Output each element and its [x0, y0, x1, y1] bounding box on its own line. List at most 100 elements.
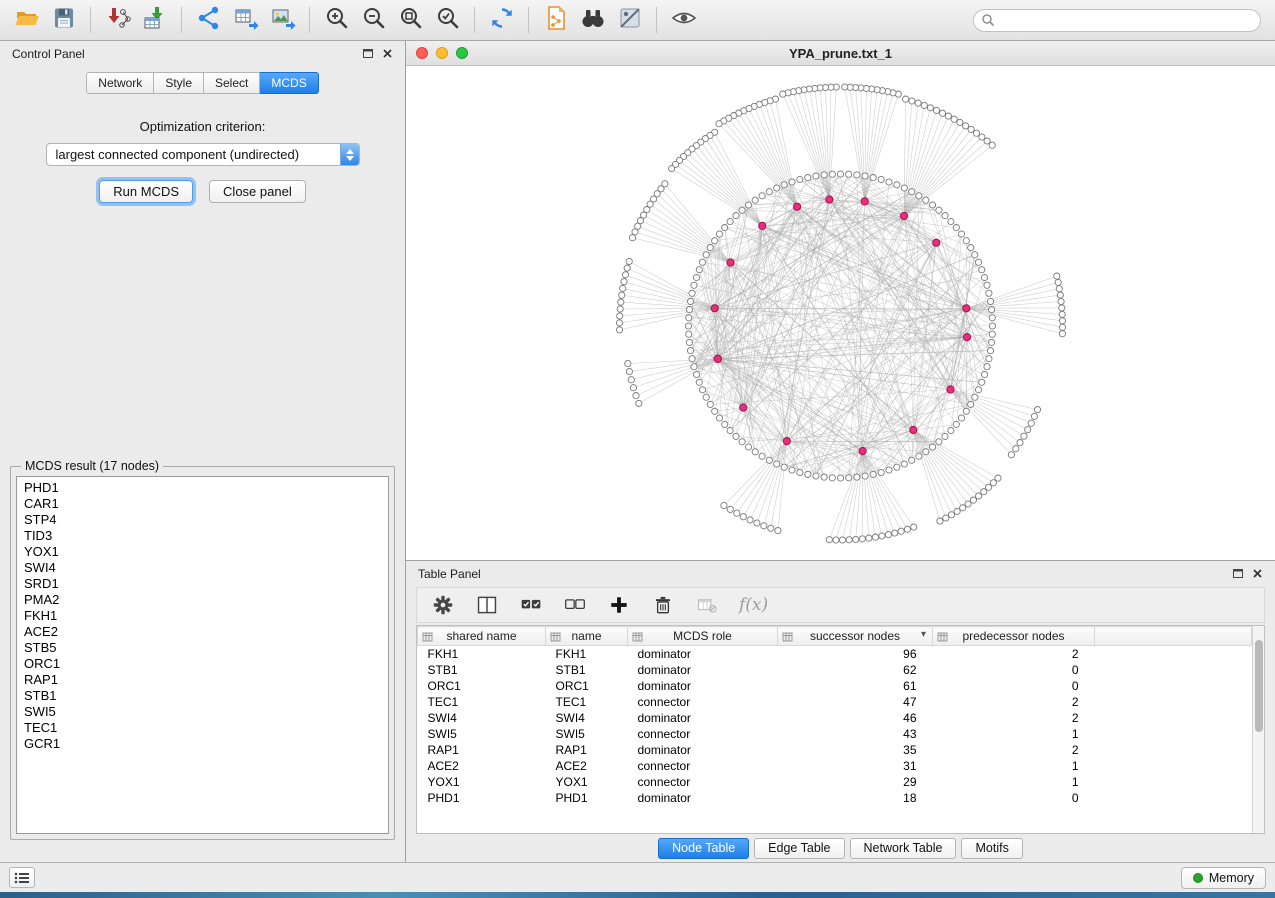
network-window-titlebar[interactable]: YPA_prune.txt_1 — [406, 41, 1275, 66]
export-network-button[interactable] — [190, 3, 227, 37]
add-column-icon[interactable] — [607, 592, 631, 618]
select-all-rows-icon[interactable] — [519, 592, 543, 618]
mcds-result-list[interactable]: PHD1CAR1STP4TID3YOX1SWI4SRD1PMA2FKH1ACE2… — [16, 476, 389, 834]
float-panel-icon[interactable] — [1232, 568, 1243, 579]
table-row[interactable]: FKH1FKH1dominator962 — [418, 646, 1252, 662]
deselect-all-rows-icon[interactable] — [563, 592, 587, 618]
zoom-in-button[interactable] — [318, 3, 355, 37]
mcds-result-item[interactable]: TEC1 — [24, 720, 381, 736]
cell-name: RAP1 — [546, 742, 628, 758]
cell-name: SWI5 — [546, 726, 628, 742]
table-row[interactable]: SWI5SWI5connector431 — [418, 726, 1252, 742]
column-header-name[interactable]: name — [546, 627, 628, 646]
scrollbar-thumb[interactable] — [1255, 640, 1263, 732]
mcds-result-item[interactable]: ORC1 — [24, 656, 381, 672]
column-header-filler — [1095, 627, 1252, 646]
tab-motifs[interactable]: Motifs — [961, 838, 1022, 859]
mcds-result-item[interactable]: SWI4 — [24, 560, 381, 576]
table-row[interactable]: SWI4SWI4dominator462 — [418, 710, 1252, 726]
delete-column-trash-icon[interactable] — [651, 592, 675, 618]
status-bar: Memory — [0, 862, 1275, 892]
mcds-result-item[interactable]: RAP1 — [24, 672, 381, 688]
export-table-button[interactable] — [227, 3, 264, 37]
zoom-selected-button[interactable] — [429, 3, 466, 37]
table-row[interactable]: PHD1PHD1dominator180 — [418, 790, 1252, 806]
tab-select[interactable]: Select — [204, 72, 260, 94]
mcds-result-item[interactable]: YOX1 — [24, 544, 381, 560]
table-options-gear-icon[interactable] — [431, 592, 455, 618]
export-image-icon — [270, 5, 296, 36]
import-network-button[interactable] — [99, 3, 136, 37]
column-menu-chevron-icon[interactable]: ▾ — [921, 629, 926, 640]
table-row[interactable]: TEC1TEC1connector472 — [418, 694, 1252, 710]
mcds-result-item[interactable]: STB5 — [24, 640, 381, 656]
memory-button[interactable]: Memory — [1181, 867, 1266, 889]
save-session-button[interactable] — [45, 3, 82, 37]
mcds-result-item[interactable]: ACE2 — [24, 624, 381, 640]
task-history-button[interactable] — [9, 867, 35, 888]
zoom-fit-button[interactable] — [392, 3, 429, 37]
find-neighbors-button[interactable] — [574, 3, 611, 37]
import-table-button[interactable] — [136, 3, 173, 37]
open-session-button[interactable] — [8, 3, 45, 37]
mcds-result-item[interactable]: SRD1 — [24, 576, 381, 592]
refresh-view-button[interactable] — [483, 3, 520, 37]
open-folder-icon — [14, 5, 40, 36]
table-row[interactable]: ORC1ORC1dominator610 — [418, 678, 1252, 694]
tab-node-table[interactable]: Node Table — [658, 838, 749, 859]
close-panel-icon[interactable] — [1252, 568, 1263, 579]
tab-mcds[interactable]: MCDS — [260, 72, 318, 94]
mcds-result-item[interactable]: SWI5 — [24, 704, 381, 720]
table-row[interactable]: RAP1RAP1dominator352 — [418, 742, 1252, 758]
mcds-result-item[interactable]: STB1 — [24, 688, 381, 704]
column-header-shared-name[interactable]: shared name — [418, 627, 546, 646]
tab-network-table[interactable]: Network Table — [850, 838, 957, 859]
zoom-in-icon — [324, 5, 350, 36]
cell-shared-name: FKH1 — [418, 646, 546, 662]
network-canvas[interactable] — [406, 66, 1275, 560]
zoom-out-button[interactable] — [355, 3, 392, 37]
cell-successors: 35 — [778, 742, 933, 758]
share-document-button[interactable] — [537, 3, 574, 37]
cell-predecessors: 0 — [933, 790, 1095, 806]
mcds-result-item[interactable]: FKH1 — [24, 608, 381, 624]
column-header-predecessor-nodes[interactable]: predecessor nodes — [933, 627, 1095, 646]
float-panel-icon[interactable] — [362, 48, 373, 59]
mcds-result-item[interactable]: CAR1 — [24, 496, 381, 512]
table-toolbar: f(x) — [416, 587, 1265, 623]
tab-style[interactable]: Style — [154, 72, 204, 94]
cell-successors: 43 — [778, 726, 933, 742]
column-header-MCDS-role[interactable]: MCDS role — [628, 627, 778, 646]
function-builder-icon: f(x) — [739, 595, 768, 615]
table-row[interactable]: ACE2ACE2connector311 — [418, 758, 1252, 774]
cell-filler — [1095, 662, 1252, 678]
criterion-value: largest connected component (undirected) — [56, 147, 340, 162]
close-window-button[interactable] — [416, 47, 428, 59]
table-row[interactable]: STB1STB1dominator620 — [418, 662, 1252, 678]
close-panel-icon[interactable] — [382, 48, 393, 59]
search-input[interactable] — [973, 9, 1261, 32]
maximize-window-button[interactable] — [456, 47, 468, 59]
column-header-successor-nodes[interactable]: successor nodes▾ — [778, 627, 933, 646]
tab-network[interactable]: Network — [86, 72, 154, 94]
table-row[interactable]: YOX1YOX1connector291 — [418, 774, 1252, 790]
mcds-result-item[interactable]: PHD1 — [24, 480, 381, 496]
mcds-result-item[interactable]: PMA2 — [24, 592, 381, 608]
table-scrollbar[interactable] — [1252, 626, 1264, 833]
cell-predecessors: 1 — [933, 774, 1095, 790]
mcds-result-item[interactable]: TID3 — [24, 528, 381, 544]
export-image-button[interactable] — [264, 3, 301, 37]
mcds-result-item[interactable]: GCR1 — [24, 736, 381, 752]
show-hide-button[interactable] — [665, 3, 702, 37]
close-panel-button[interactable]: Close panel — [209, 180, 306, 203]
show-columns-icon[interactable] — [475, 592, 499, 618]
minimize-window-button[interactable] — [436, 47, 448, 59]
toggle-graphics-details-button[interactable] — [611, 3, 648, 37]
tab-edge-table[interactable]: Edge Table — [754, 838, 844, 859]
control-panel-tabs: NetworkStyleSelectMCDS — [6, 72, 399, 94]
cell-role: dominator — [628, 678, 778, 694]
cell-predecessors: 0 — [933, 662, 1095, 678]
optimization-criterion-select[interactable]: largest connected component (undirected) — [46, 143, 360, 166]
run-mcds-button[interactable]: Run MCDS — [99, 180, 193, 203]
mcds-result-item[interactable]: STP4 — [24, 512, 381, 528]
